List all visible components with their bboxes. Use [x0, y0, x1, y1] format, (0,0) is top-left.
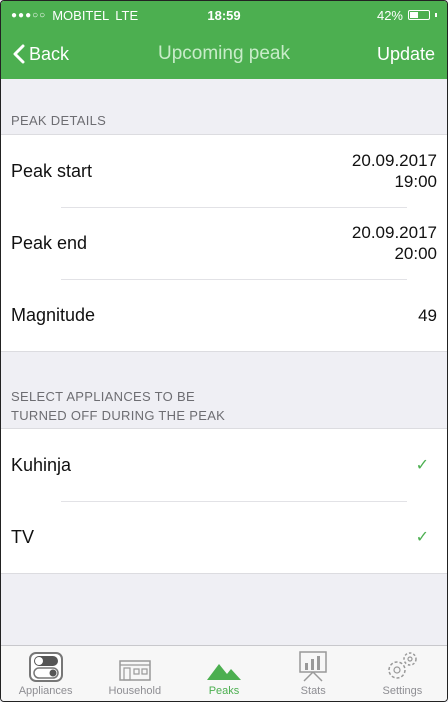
- mountain-peaks-icon: [207, 664, 241, 680]
- tab-settings[interactable]: Settings: [358, 646, 447, 701]
- tab-label: Appliances: [18, 685, 73, 697]
- navigation-bar: Back Upcoming peak Update: [1, 29, 447, 79]
- tab-label: Peaks: [208, 685, 240, 697]
- peak-end-time: 20:00: [394, 244, 437, 263]
- checkmark-icon: ✓: [415, 529, 429, 546]
- tab-label: Stats: [300, 685, 326, 697]
- house-icon: [119, 660, 151, 681]
- magnitude-row: Magnitude 49: [1, 279, 447, 351]
- battery-tip: [435, 13, 437, 17]
- battery-indicator: 42%: [377, 8, 437, 23]
- tab-peaks[interactable]: Peaks: [179, 646, 268, 701]
- update-button[interactable]: Update: [377, 44, 435, 65]
- signal-icon: ●●●○○: [11, 9, 47, 21]
- peak-start-label: Peak start: [11, 160, 93, 181]
- phone-screen: ●●●○○ MOBITEL LTE 18:59 42% Back Upcomin…: [0, 0, 448, 702]
- tab-appliances[interactable]: Appliances: [1, 646, 90, 701]
- status-bar: ●●●○○ MOBITEL LTE 18:59 42%: [1, 1, 447, 29]
- peak-end-date: 20.09.2017: [351, 223, 437, 242]
- peak-start-date: 20.09.2017: [351, 151, 437, 170]
- tab-bar: Appliances Household Peaks Stats Setting…: [1, 645, 447, 701]
- tab-label: Household: [108, 685, 162, 697]
- toggle-switch-icon: [28, 652, 63, 682]
- carrier-name: MOBITEL: [52, 7, 110, 23]
- peak-end-value: 20.09.2017 20:00: [352, 222, 437, 264]
- peak-start-row: Peak start 20.09.2017 19:00: [1, 135, 447, 207]
- peak-end-row: Peak end 20.09.2017 20:00: [1, 207, 447, 279]
- checkmark-icon: ✓: [415, 457, 429, 474]
- gears-icon: [388, 652, 418, 679]
- battery-icon: [408, 10, 430, 20]
- magnitude-value: 49: [418, 305, 437, 325]
- chevron-left-icon: [13, 44, 25, 64]
- appliances-header: SELECT APPLIANCES TO BE TURNED OFF DURIN…: [1, 387, 447, 425]
- top-bar: ●●●○○ MOBITEL LTE 18:59 42% Back Upcomin…: [1, 1, 447, 79]
- appliance-label: TV: [11, 526, 35, 547]
- appliance-label: Kuhinja: [11, 454, 72, 475]
- peak-details-header: PEAK DETAILS: [11, 113, 107, 128]
- battery-fill: [410, 12, 419, 18]
- battery-percent: 42%: [376, 7, 403, 23]
- network-type: LTE: [115, 7, 139, 23]
- appliances-group: Kuhinja ✓ TV ✓: [1, 428, 447, 574]
- peak-details-group: Peak start 20.09.2017 19:00 Peak end 20.…: [1, 134, 447, 352]
- magnitude-label: Magnitude: [11, 304, 96, 325]
- peak-end-label: Peak end: [11, 232, 88, 253]
- tab-label: Settings: [382, 685, 423, 697]
- appliance-row-kuhinja[interactable]: Kuhinja ✓: [1, 429, 447, 501]
- tab-household[interactable]: Household: [90, 646, 179, 701]
- appliance-row-tv[interactable]: TV ✓: [1, 501, 447, 573]
- back-button[interactable]: Back: [13, 44, 69, 65]
- peak-start-value: 20.09.2017 19:00: [352, 150, 437, 192]
- appliances-header-line1: SELECT APPLIANCES TO BE: [11, 389, 195, 404]
- chart-board-icon: [299, 651, 327, 682]
- carrier-info: ●●●○○ MOBITEL LTE: [11, 8, 138, 23]
- tab-stats[interactable]: Stats: [269, 646, 358, 701]
- peak-start-time: 19:00: [394, 172, 437, 191]
- appliances-header-line2: TURNED OFF DURING THE PEAK: [11, 408, 226, 423]
- back-label: Back: [29, 43, 70, 64]
